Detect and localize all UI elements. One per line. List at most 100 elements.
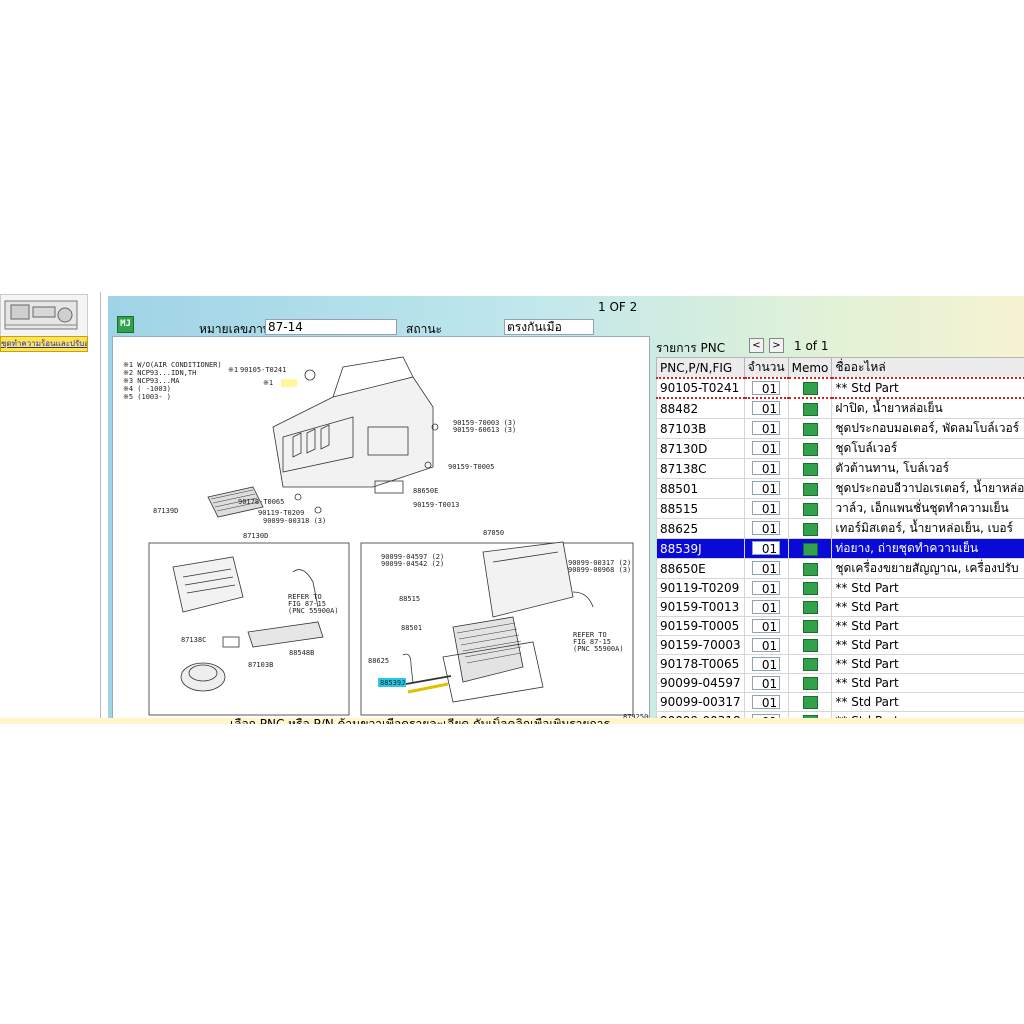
thumbnail-caption[interactable]: ชุดทำความร้อนและปรับอากาศ — [0, 336, 88, 352]
col-header-qty[interactable]: จำนวน — [743, 357, 789, 379]
pnc-cell[interactable]: 88539J — [656, 538, 745, 559]
memo-cell[interactable] — [787, 438, 833, 459]
memo-icon[interactable] — [802, 542, 818, 556]
table-row[interactable]: 90159-T0005 01 ** Std Part — [656, 616, 1024, 636]
qty-input[interactable]: 01 — [752, 421, 781, 436]
memo-icon[interactable] — [802, 658, 818, 671]
part-name-cell[interactable]: ** Std Part — [831, 673, 1024, 693]
qty-input[interactable]: 01 — [752, 637, 781, 653]
col-header-pnc[interactable]: PNC,P/N,FIG — [656, 357, 745, 379]
memo-cell[interactable] — [787, 635, 833, 655]
pnc-cell[interactable]: 90099-00317 — [656, 692, 745, 712]
qty-input[interactable]: 01 — [752, 501, 781, 516]
memo-cell[interactable] — [787, 558, 833, 579]
memo-icon[interactable] — [802, 382, 818, 395]
memo-icon[interactable] — [802, 601, 818, 614]
memo-cell[interactable] — [787, 498, 833, 519]
part-name-cell[interactable]: เทอร์มิสเตอร์, น้ำยาหล่อเย็น, เบอร์ — [831, 518, 1024, 539]
part-name-cell[interactable]: ชุดประกอบมอเตอร์, พัดลมโบล์เวอร์ — [831, 418, 1024, 439]
memo-cell[interactable] — [787, 458, 833, 479]
memo-icon[interactable] — [802, 639, 818, 652]
memo-icon[interactable] — [802, 562, 818, 576]
memo-icon[interactable] — [802, 582, 818, 595]
qty-input[interactable]: 01 — [752, 656, 781, 672]
table-row[interactable]: 90105-T0241 01 ** Std Part — [656, 377, 1024, 399]
fig-number-field[interactable]: 87-14 — [265, 319, 397, 335]
col-header-memo[interactable]: Memo — [787, 357, 833, 379]
part-name-cell[interactable]: ** Std Part — [831, 635, 1024, 655]
part-name-cell[interactable]: ชุดประกอบอีวาปอเรเตอร์, น้ำยาหล่อเย็น — [831, 478, 1024, 499]
qty-input[interactable]: 01 — [752, 618, 781, 634]
pnc-cell[interactable]: 88482 — [656, 397, 745, 419]
memo-icon[interactable] — [802, 482, 818, 496]
memo-icon[interactable] — [802, 620, 818, 633]
memo-icon[interactable] — [802, 462, 818, 476]
pnc-cell[interactable]: 90159-70003 — [656, 635, 745, 655]
memo-icon[interactable] — [802, 402, 818, 416]
part-name-cell[interactable]: ท่อยาง, ถ่ายชุดทำความเย็น — [831, 538, 1024, 559]
part-name-cell[interactable]: ** Std Part — [831, 692, 1024, 712]
pnc-grid[interactable]: PNC,P/N,FIG จำนวน Memo ชื่ออะไหล่ 90105-… — [656, 357, 1024, 722]
memo-cell[interactable] — [787, 538, 833, 559]
memo-cell[interactable] — [787, 478, 833, 499]
memo-icon[interactable] — [802, 522, 818, 536]
pnc-cell[interactable]: 90105-T0241 — [656, 377, 745, 399]
part-name-cell[interactable]: ฝาปิด, น้ำยาหล่อเย็น — [831, 397, 1024, 419]
table-row[interactable]: 90099-00317 01 ** Std Part — [656, 692, 1024, 712]
table-row[interactable]: 90159-T0013 01 ** Std Part — [656, 597, 1024, 617]
table-row[interactable]: 88625 01 เทอร์มิสเตอร์, น้ำยาหล่อเย็น, เบอ… — [656, 518, 1024, 539]
memo-cell[interactable] — [787, 518, 833, 539]
qty-input[interactable]: 01 — [752, 441, 781, 456]
col-header-name[interactable]: ชื่ออะไหล่ — [831, 357, 1024, 379]
qty-input[interactable]: 01 — [752, 694, 781, 710]
pnc-cell[interactable]: 87138C — [656, 458, 745, 479]
qty-input[interactable]: 01 — [752, 401, 781, 416]
pnc-cell[interactable]: 90119-T0209 — [656, 578, 745, 598]
table-row[interactable]: 88650E 01 ชุดเครื่องขยายสัญญาณ, เครื่องปรั… — [656, 558, 1024, 579]
part-name-cell[interactable]: ชุดเครื่องขยายสัญญาณ, เครื่องปรับ — [831, 558, 1024, 579]
qty-input[interactable]: 01 — [752, 461, 781, 476]
memo-cell[interactable] — [787, 578, 833, 598]
table-row[interactable]: 88539J 01 ท่อยาง, ถ่ายชุดทำความเย็น — [656, 538, 1024, 559]
memo-cell[interactable] — [787, 673, 833, 693]
part-name-cell[interactable]: วาล์ว, เอ็กแพนชั่นชุดทำความเย็น — [831, 498, 1024, 519]
memo-cell[interactable] — [787, 616, 833, 636]
memo-icon[interactable] — [802, 442, 818, 456]
table-row[interactable]: 87138C 01 ตัวต้านทาน, โบล์เวอร์ — [656, 458, 1024, 479]
qty-input[interactable]: 01 — [752, 580, 781, 596]
pnc-cell[interactable]: 87103B — [656, 418, 745, 439]
qty-input[interactable]: 01 — [752, 561, 781, 576]
table-row[interactable]: 88515 01 วาล์ว, เอ็กแพนชั่นชุดทำความเย็น — [656, 498, 1024, 519]
memo-icon[interactable] — [802, 422, 818, 436]
next-page-button[interactable]: > — [769, 338, 784, 353]
table-row[interactable]: 90099-04597 01 ** Std Part — [656, 673, 1024, 693]
qty-input[interactable]: 01 — [752, 675, 781, 691]
memo-cell[interactable] — [787, 377, 833, 399]
memo-cell[interactable] — [787, 654, 833, 674]
qty-input[interactable]: 01 — [752, 521, 781, 536]
part-name-cell[interactable]: ** Std Part — [831, 377, 1024, 399]
part-name-cell[interactable]: ** Std Part — [831, 597, 1024, 617]
part-name-cell[interactable]: ** Std Part — [831, 578, 1024, 598]
table-row[interactable]: 90119-T0209 01 ** Std Part — [656, 578, 1024, 598]
part-name-cell[interactable]: ตัวต้านทาน, โบล์เวอร์ — [831, 458, 1024, 479]
part-name-cell[interactable]: ** Std Part — [831, 616, 1024, 636]
prev-page-button[interactable]: < — [749, 338, 764, 353]
pnc-cell[interactable]: 88625 — [656, 518, 745, 539]
qty-input[interactable]: 01 — [752, 599, 781, 615]
memo-icon[interactable] — [802, 502, 818, 516]
memo-cell[interactable] — [787, 397, 833, 419]
pnc-cell[interactable]: 87130D — [656, 438, 745, 459]
memo-cell[interactable] — [787, 418, 833, 439]
qty-input[interactable]: 01 — [752, 541, 781, 556]
memo-icon[interactable] — [802, 696, 818, 709]
memo-cell[interactable] — [787, 597, 833, 617]
pnc-cell[interactable]: 88501 — [656, 478, 745, 499]
table-row[interactable]: 90159-70003 01 ** Std Part — [656, 635, 1024, 655]
pnc-cell[interactable]: 90099-04597 — [656, 673, 745, 693]
table-row[interactable]: 88482 01 ฝาปิด, น้ำยาหล่อเย็น — [656, 397, 1024, 419]
pnc-cell[interactable]: 88650E — [656, 558, 745, 579]
parts-diagram[interactable]: ※1 W/O(AIR CONDITIONER) ※2 NCP93...IDN,T… — [112, 336, 653, 722]
qty-input[interactable]: 01 — [752, 481, 781, 496]
part-name-cell[interactable]: ชุดโบล์เวอร์ — [831, 438, 1024, 459]
